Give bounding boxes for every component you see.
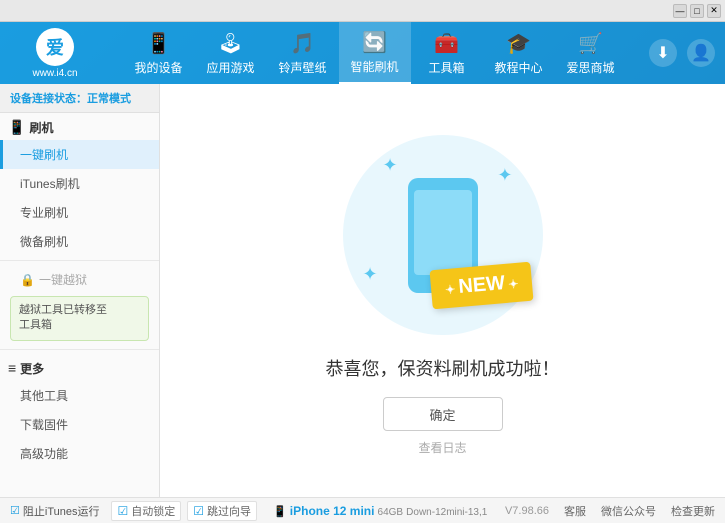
title-bar: — □ ✕ xyxy=(0,0,725,22)
stop-itunes-checkbox[interactable]: ☑ xyxy=(10,504,20,517)
nav-smart-flash[interactable]: 🔄 智能刷机 xyxy=(339,22,411,84)
sidebar: 设备连接状态：正常模式 📱 刷机 一键刷机 iTunes刷机 专业刷机 微备刷机… xyxy=(0,84,160,497)
device-name: iPhone 12 mini xyxy=(290,504,375,518)
sidebar-section-jailbreak: 🔒 一键越狱 xyxy=(0,265,159,292)
version-label: V7.98.66 xyxy=(505,505,549,517)
nav-apps-games-label: 应用游戏 xyxy=(206,59,254,76)
sparkle-icon-3: ✦ xyxy=(363,264,378,285)
view-log-link[interactable]: 查看日志 xyxy=(418,439,466,456)
main-nav: 📱 我的设备 🕹 应用游戏 🎵 铃声壁纸 🔄 智能刷机 🧰 工具箱 🎓 教程中心… xyxy=(100,22,649,84)
flash-section-icon: 📱 xyxy=(8,119,25,136)
sidebar-item-download-firmware[interactable]: 下载固件 xyxy=(0,410,159,439)
sidebar-section-more: ≡ 更多 xyxy=(0,354,159,381)
lock-icon: 🔒 xyxy=(20,273,35,287)
device-icon: 📱 xyxy=(273,506,290,518)
my-device-icon: 📱 xyxy=(146,31,171,56)
success-graphic: NEW ✦ ✦ ✦ xyxy=(333,125,553,345)
nav-toolbox[interactable]: 🧰 工具箱 xyxy=(411,22,483,84)
tutorial-icon: 🎓 xyxy=(506,31,531,56)
stop-itunes-label: 阻止iTunes运行 xyxy=(23,503,100,519)
sparkle-icon-1: ✦ xyxy=(383,155,398,176)
wechat-link[interactable]: 微信公众号 xyxy=(601,503,656,519)
jailbreak-label: 一键越狱 xyxy=(39,271,87,288)
sidebar-item-pro-flash[interactable]: 专业刷机 xyxy=(0,198,159,227)
main-area: 设备连接状态：正常模式 📱 刷机 一键刷机 iTunes刷机 专业刷机 微备刷机… xyxy=(0,84,725,497)
phone-circle-bg: NEW ✦ ✦ ✦ xyxy=(343,135,543,335)
minimize-btn[interactable]: — xyxy=(673,4,687,18)
smart-flash-icon: 🔄 xyxy=(362,30,387,55)
nav-tutorial-label: 教程中心 xyxy=(494,59,542,76)
device-firmware: Down-12mini-13,1 xyxy=(406,507,487,518)
sparkle-icon-2: ✦ xyxy=(497,165,512,186)
close-btn[interactable]: ✕ xyxy=(707,4,721,18)
nav-my-device[interactable]: 📱 我的设备 xyxy=(123,22,195,84)
user-btn[interactable]: 👤 xyxy=(687,39,715,67)
nav-my-device-label: 我的设备 xyxy=(134,59,182,76)
shop-icon: 🛒 xyxy=(578,31,603,56)
check-update-link[interactable]: 检查更新 xyxy=(671,503,715,519)
sidebar-section-flash: 📱 刷机 xyxy=(0,113,159,140)
logo-icon: 爱 xyxy=(36,28,74,66)
auto-lock-checkbox-icon: ☑ xyxy=(117,504,128,518)
device-capacity: 64GB xyxy=(378,507,404,518)
main-content: NEW ✦ ✦ ✦ 恭喜您，保资料刷机成功啦！ 确定 查看日志 xyxy=(160,84,725,497)
sidebar-item-advanced[interactable]: 高级功能 xyxy=(0,439,159,468)
skip-guide-label: 跳过向导 xyxy=(207,503,251,519)
sidebar-item-micro-backup-flash[interactable]: 微备刷机 xyxy=(0,227,159,256)
nav-tutorial[interactable]: 🎓 教程中心 xyxy=(483,22,555,84)
more-section-label: 更多 xyxy=(20,360,44,377)
nav-toolbox-label: 工具箱 xyxy=(428,59,464,76)
maximize-btn[interactable]: □ xyxy=(690,4,704,18)
skip-guide-checkbox-item[interactable]: ☑ 跳过向导 xyxy=(187,501,257,521)
sidebar-item-other-tools[interactable]: 其他工具 xyxy=(0,381,159,410)
nav-ringtone-label: 铃声壁纸 xyxy=(278,59,326,76)
header: 爱 www.i4.cn 📱 我的设备 🕹 应用游戏 🎵 铃声壁纸 🔄 智能刷机 … xyxy=(0,22,725,84)
customer-service-link[interactable]: 客服 xyxy=(564,503,586,519)
ringtone-icon: 🎵 xyxy=(290,31,315,56)
logo-url: www.i4.cn xyxy=(32,68,77,79)
confirm-button[interactable]: 确定 xyxy=(383,397,503,431)
jailbreak-notice: 越狱工具已转移至工具箱 xyxy=(10,296,149,341)
stop-itunes-area: ☑ 阻止iTunes运行 xyxy=(10,503,99,519)
apps-games-icon: 🕹 xyxy=(218,31,243,56)
auto-lock-label: 自动锁定 xyxy=(131,503,175,519)
bottom-right: V7.98.66 客服 微信公众号 检查更新 xyxy=(505,503,715,519)
toolbox-icon: 🧰 xyxy=(434,31,459,56)
logo[interactable]: 爱 www.i4.cn xyxy=(10,28,100,79)
divider-1 xyxy=(0,260,159,261)
skip-guide-checkbox-icon: ☑ xyxy=(193,504,204,518)
nav-apps-games[interactable]: 🕹 应用游戏 xyxy=(195,22,267,84)
sidebar-item-itunes-flash[interactable]: iTunes刷机 xyxy=(0,169,159,198)
phone-screen xyxy=(414,190,472,275)
auto-lock-checkbox-item[interactable]: ☑ 自动锁定 xyxy=(111,501,181,521)
bottom-bar: ☑ 阻止iTunes运行 ☑ 自动锁定 ☑ 跳过向导 📱 iPhone 12 m… xyxy=(0,497,725,523)
nav-smart-flash-label: 智能刷机 xyxy=(350,58,398,75)
download-btn[interactable]: ⬇ xyxy=(649,39,677,67)
bottom-left: ☑ 阻止iTunes运行 ☑ 自动锁定 ☑ 跳过向导 📱 iPhone 12 m… xyxy=(10,501,505,521)
status-value: 正常模式 xyxy=(87,93,131,105)
nav-shop-label: 爱思商城 xyxy=(566,59,614,76)
device-info: 📱 iPhone 12 mini 64GB Down-12mini-13,1 xyxy=(273,504,487,518)
new-badge: NEW xyxy=(430,262,534,310)
nav-ringtone[interactable]: 🎵 铃声壁纸 xyxy=(267,22,339,84)
status-label: 设备连接状态： xyxy=(10,93,87,105)
divider-2 xyxy=(0,349,159,350)
success-message: 恭喜您，保资料刷机成功啦！ xyxy=(326,355,560,381)
nav-shop[interactable]: 🛒 爱思商城 xyxy=(555,22,627,84)
connection-status: 设备连接状态：正常模式 xyxy=(0,84,159,113)
sidebar-item-one-click-flash[interactable]: 一键刷机 xyxy=(0,140,159,169)
flash-section-label: 刷机 xyxy=(29,119,53,136)
header-right: ⬇ 👤 xyxy=(649,39,715,67)
more-section-icon: ≡ xyxy=(8,360,16,376)
